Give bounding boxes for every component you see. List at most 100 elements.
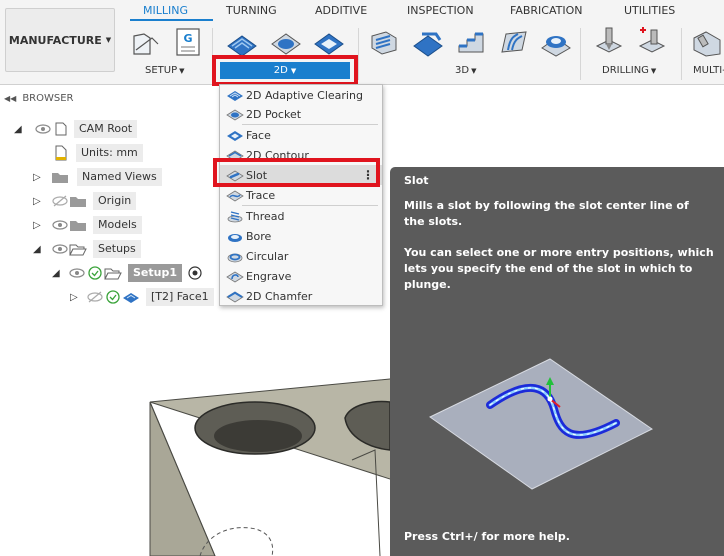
2d-group-button[interactable]: 2D ▼ — [220, 62, 350, 79]
multi-axis-icon[interactable] — [690, 26, 722, 58]
visibility-eye-icon[interactable] — [34, 121, 52, 137]
menu-item-bore[interactable]: Bore — [220, 226, 382, 246]
document-icon — [55, 122, 67, 136]
folder-icon — [70, 197, 86, 207]
tooltip-description: Mills a slot by following the slot cente… — [404, 199, 689, 228]
menu-item-2d-adaptive-clearing[interactable]: 2D Adaptive Clearing — [220, 85, 382, 105]
multi-axis-group-text: MULTI- — [693, 65, 724, 76]
collapse-triangle-icon[interactable]: ◢ — [52, 268, 62, 279]
engrave-icon — [226, 271, 244, 283]
toolbar-divider — [681, 28, 682, 80]
pocket-tool-icon[interactable] — [270, 26, 302, 58]
menu-item-slot[interactable]: Slot ⋮ — [220, 165, 382, 185]
menu-item-label: Circular — [246, 249, 289, 263]
slot-icon — [226, 170, 244, 182]
thread-icon — [227, 211, 243, 223]
tab-additive[interactable]: ADDITIVE — [315, 4, 367, 17]
multi-axis-group-label[interactable]: MULTI- — [693, 65, 724, 76]
tree-item-setup1[interactable]: ◢ Setup1 — [52, 263, 204, 283]
nc-program-icon[interactable]: G — [172, 26, 204, 58]
activate-radio-icon[interactable] — [186, 265, 204, 281]
tree-label: Models — [93, 216, 142, 234]
adaptive-clearing-icon — [227, 91, 243, 101]
active-tab-indicator — [130, 19, 213, 21]
circular-icon — [227, 253, 243, 263]
tab-milling[interactable]: MILLING — [143, 4, 188, 17]
drilling-group-text: DRILLING — [602, 65, 649, 76]
tree-item-named-views[interactable]: ▷ Named Views — [33, 167, 162, 187]
visibility-eye-icon[interactable] — [68, 265, 86, 281]
tree-label: Setups — [93, 240, 141, 258]
menu-item-2d-contour[interactable]: 2D Contour — [220, 145, 382, 165]
tree-item-origin[interactable]: ▷ Origin — [33, 191, 137, 211]
collapse-panel-icon[interactable]: ◀◀ — [4, 94, 16, 103]
menu-item-label: 2D Contour — [246, 148, 309, 162]
menu-item-label: Face — [246, 128, 271, 142]
drill-icon[interactable] — [593, 26, 625, 58]
menu-item-label: Bore — [246, 229, 272, 243]
tab-utilities[interactable]: UTILITIES — [624, 4, 675, 17]
menu-item-trace[interactable]: Trace — [220, 185, 382, 205]
visibility-eye-icon[interactable] — [51, 241, 69, 257]
entry-point-marker — [547, 396, 553, 402]
menu-item-face[interactable]: Face — [220, 125, 382, 145]
toolbar-divider — [358, 28, 359, 80]
adaptive-clearing-tool-icon[interactable] — [226, 26, 258, 58]
3d-group-text: 3D — [455, 65, 470, 76]
tree-label: Named Views — [77, 168, 162, 186]
radial-icon[interactable] — [540, 26, 572, 58]
tree-label: Units: mm — [76, 144, 143, 162]
visibility-eye-icon[interactable] — [51, 217, 69, 233]
menu-item-label: Trace — [246, 188, 276, 202]
3d-adaptive-icon[interactable] — [368, 26, 400, 58]
new-setup-icon[interactable] — [130, 26, 162, 58]
menu-item-2d-chamfer[interactable]: 2D Chamfer — [220, 286, 382, 306]
expand-triangle-icon[interactable]: ▷ — [33, 220, 43, 231]
menu-item-2d-pocket[interactable]: 2D Pocket — [220, 104, 382, 124]
expand-triangle-icon[interactable]: ▷ — [33, 172, 43, 183]
contour-icon — [226, 150, 244, 162]
tooltip-description-detail: You can select one or more entry positio… — [404, 246, 714, 291]
face-tool-icon[interactable] — [313, 26, 345, 58]
menu-item-label: Engrave — [246, 269, 292, 283]
caret-down-icon: ▼ — [650, 67, 657, 75]
tree-item-units[interactable]: Units: mm — [52, 143, 143, 163]
svg-text:G: G — [183, 32, 192, 45]
menu-item-thread[interactable]: Thread — [220, 206, 382, 226]
tab-fabrication[interactable]: FABRICATION — [510, 4, 582, 17]
toolbar: MANUFACTURE ▼ MILLING TURNING ADDITIVE IN… — [0, 0, 724, 85]
tree-item-cam-root[interactable]: ◢ CAM Root — [14, 119, 138, 139]
pocket-icon — [226, 109, 244, 121]
tree-label: Origin — [93, 192, 137, 210]
tree-item-setups[interactable]: ◢ Setups — [33, 239, 141, 259]
setup-group-label[interactable]: SETUP ▼ — [145, 65, 185, 76]
hidden-eye-icon[interactable] — [51, 193, 69, 209]
3d-pocket-icon[interactable] — [412, 26, 444, 58]
menu-item-circular[interactable]: Circular — [220, 246, 382, 266]
slot-illustration — [429, 358, 653, 490]
folder-icon — [52, 173, 68, 183]
2d-dropdown-menu: 2D Adaptive Clearing 2D Pocket Face 2D C… — [219, 84, 383, 306]
3d-group-label[interactable]: 3D ▼ — [455, 65, 476, 76]
expand-triangle-icon[interactable]: ▷ — [33, 196, 43, 207]
caret-down-icon: ▼ — [290, 67, 297, 75]
scallop-icon[interactable] — [498, 26, 530, 58]
steep-shallow-icon[interactable] — [455, 26, 487, 58]
units-ruler-icon — [55, 145, 67, 161]
tree-item-models[interactable]: ▷ Models — [33, 215, 142, 235]
collapse-triangle-icon[interactable]: ◢ — [33, 244, 43, 255]
browser-title: BROWSER — [22, 93, 74, 104]
folder-icon — [70, 221, 86, 231]
drilling-group-label[interactable]: DRILLING ▼ — [602, 65, 656, 76]
menu-item-engrave[interactable]: Engrave — [220, 266, 382, 286]
collapse-triangle-icon[interactable]: ◢ — [14, 124, 24, 135]
workspace-switcher[interactable]: MANUFACTURE ▼ — [5, 8, 115, 72]
menu-item-label: Slot — [246, 168, 268, 182]
menu-item-label: 2D Adaptive Clearing — [246, 88, 363, 102]
hole-recognition-icon[interactable] — [636, 26, 668, 58]
tab-turning[interactable]: TURNING — [226, 4, 277, 17]
tab-inspection[interactable]: INSPECTION — [407, 4, 474, 17]
tree-label: Setup1 — [128, 264, 182, 282]
more-options-icon[interactable]: ⋮ — [362, 168, 374, 182]
browser-header: ◀◀ BROWSER — [0, 93, 215, 109]
